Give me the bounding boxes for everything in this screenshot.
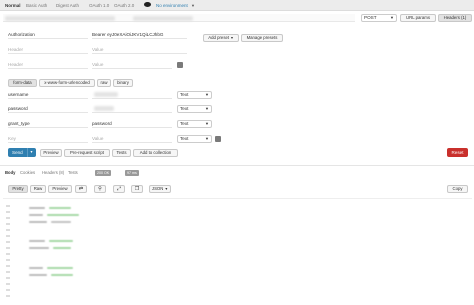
prerequest-script-button[interactable]: Pre-request script [64,149,110,157]
url-params-button[interactable]: URL params [400,14,436,22]
copy-button[interactable]: Copy [447,185,468,193]
form-key-field[interactable]: username [8,90,88,99]
view-pretty-button[interactable]: Pretty [8,185,28,193]
form-type-select[interactable]: Text ▼ [177,135,212,143]
form-value-field[interactable] [92,104,172,113]
environment-label: No environment [156,3,188,8]
url-input[interactable] [3,14,355,22]
form-type-value: Text [180,136,189,141]
manage-icon[interactable] [215,136,221,142]
form-value-field[interactable] [92,90,172,99]
form-type-select[interactable]: Text ▼ [177,105,212,113]
eye-icon [144,2,151,7]
tab-digest-auth[interactable]: Digest Auth [56,2,79,10]
manage-icon[interactable] [177,62,183,68]
view-raw-button[interactable]: Raw [30,185,46,193]
chevron-down-icon: ▼ [230,36,234,40]
send-label: Send [12,150,23,155]
form-type-value: Text [180,92,189,97]
header-key-placeholder[interactable]: Header [8,60,88,69]
status-code-badge: 200 OK [95,170,112,176]
form-key-field[interactable]: password [8,104,88,113]
tab-basic-auth[interactable]: Basic Auth [26,2,47,10]
chevron-down-icon: ▼ [205,121,209,126]
wrap-icon[interactable]: ⇄ [75,185,87,193]
chevron-down-icon: ▼ [27,148,35,157]
response-tab-cookies[interactable]: Cookies [20,169,35,177]
chevron-down-icon: ▼ [205,92,209,97]
form-key-field[interactable]: grant_type [8,119,88,128]
response-time-badge: 97 ms [125,170,139,176]
expand-icon[interactable]: ⤢ [113,185,125,193]
header-value-placeholder[interactable]: Value [92,60,172,69]
header-value-field[interactable]: Bearer eyJ0eXAiOiJKV1QiLCJhbG [92,30,187,39]
form-value-field[interactable]: password [92,119,172,128]
response-tab-body[interactable]: Body [5,169,15,177]
form-type-value: Text [180,121,189,126]
chevron-down-icon: ▼ [205,106,209,111]
response-body [3,198,472,303]
manage-presets-button[interactable]: Manage presets [241,34,283,42]
preview-button[interactable]: Preview [40,149,62,157]
tests-button[interactable]: Tests [112,149,131,157]
header-value-placeholder[interactable]: Value [92,45,187,54]
body-type-raw[interactable]: raw [97,79,111,87]
divider [0,165,474,166]
chevron-down-icon: ▼ [390,15,394,20]
header-key-field[interactable]: Authorization [8,30,88,39]
form-key-placeholder[interactable]: Key [8,134,88,143]
body-type-urlencoded[interactable]: x-www-form-urlencoded [39,79,95,87]
tab-normal[interactable]: Normal [5,2,21,10]
chevron-down-icon: ▼ [164,187,169,191]
tab-oauth-1[interactable]: OAuth 1.0 [89,2,109,10]
header-key-placeholder[interactable]: Header [8,45,88,54]
method-select[interactable]: POST ▼ [361,14,397,22]
body-type-form-data[interactable]: form-data [8,79,37,87]
search-icon[interactable]: ⚲ [94,185,106,193]
method-value: POST [364,15,377,20]
format-select[interactable]: JSON ▼ [149,185,171,193]
form-value-placeholder[interactable]: Value [92,134,172,143]
environment-selector[interactable]: No environment ▼ [144,2,200,10]
response-tab-tests[interactable]: Tests [68,169,78,177]
reset-button[interactable]: Reset [447,148,468,157]
chevron-down-icon: ▼ [205,136,209,141]
view-preview-button[interactable]: Preview [48,185,72,193]
add-to-collection-button[interactable]: Add to collection [133,149,178,157]
send-button[interactable]: Send ▼ [8,148,36,157]
format-value: JSON [151,186,164,191]
tab-oauth-2[interactable]: OAuth 2.0 [114,2,134,10]
add-preset-label: Add preset [208,35,230,40]
chevron-down-icon: ▼ [191,3,195,8]
response-tab-headers[interactable]: Headers (8) [42,169,64,177]
body-type-binary[interactable]: binary [113,79,133,87]
add-preset-button[interactable]: Add preset ▼ [203,34,239,42]
copy-icon[interactable]: ❐ [131,185,143,193]
form-type-value: Text [180,106,189,111]
form-type-select[interactable]: Text ▼ [177,120,212,128]
form-type-select[interactable]: Text ▼ [177,91,212,99]
headers-button[interactable]: Headers (1) [438,14,472,22]
